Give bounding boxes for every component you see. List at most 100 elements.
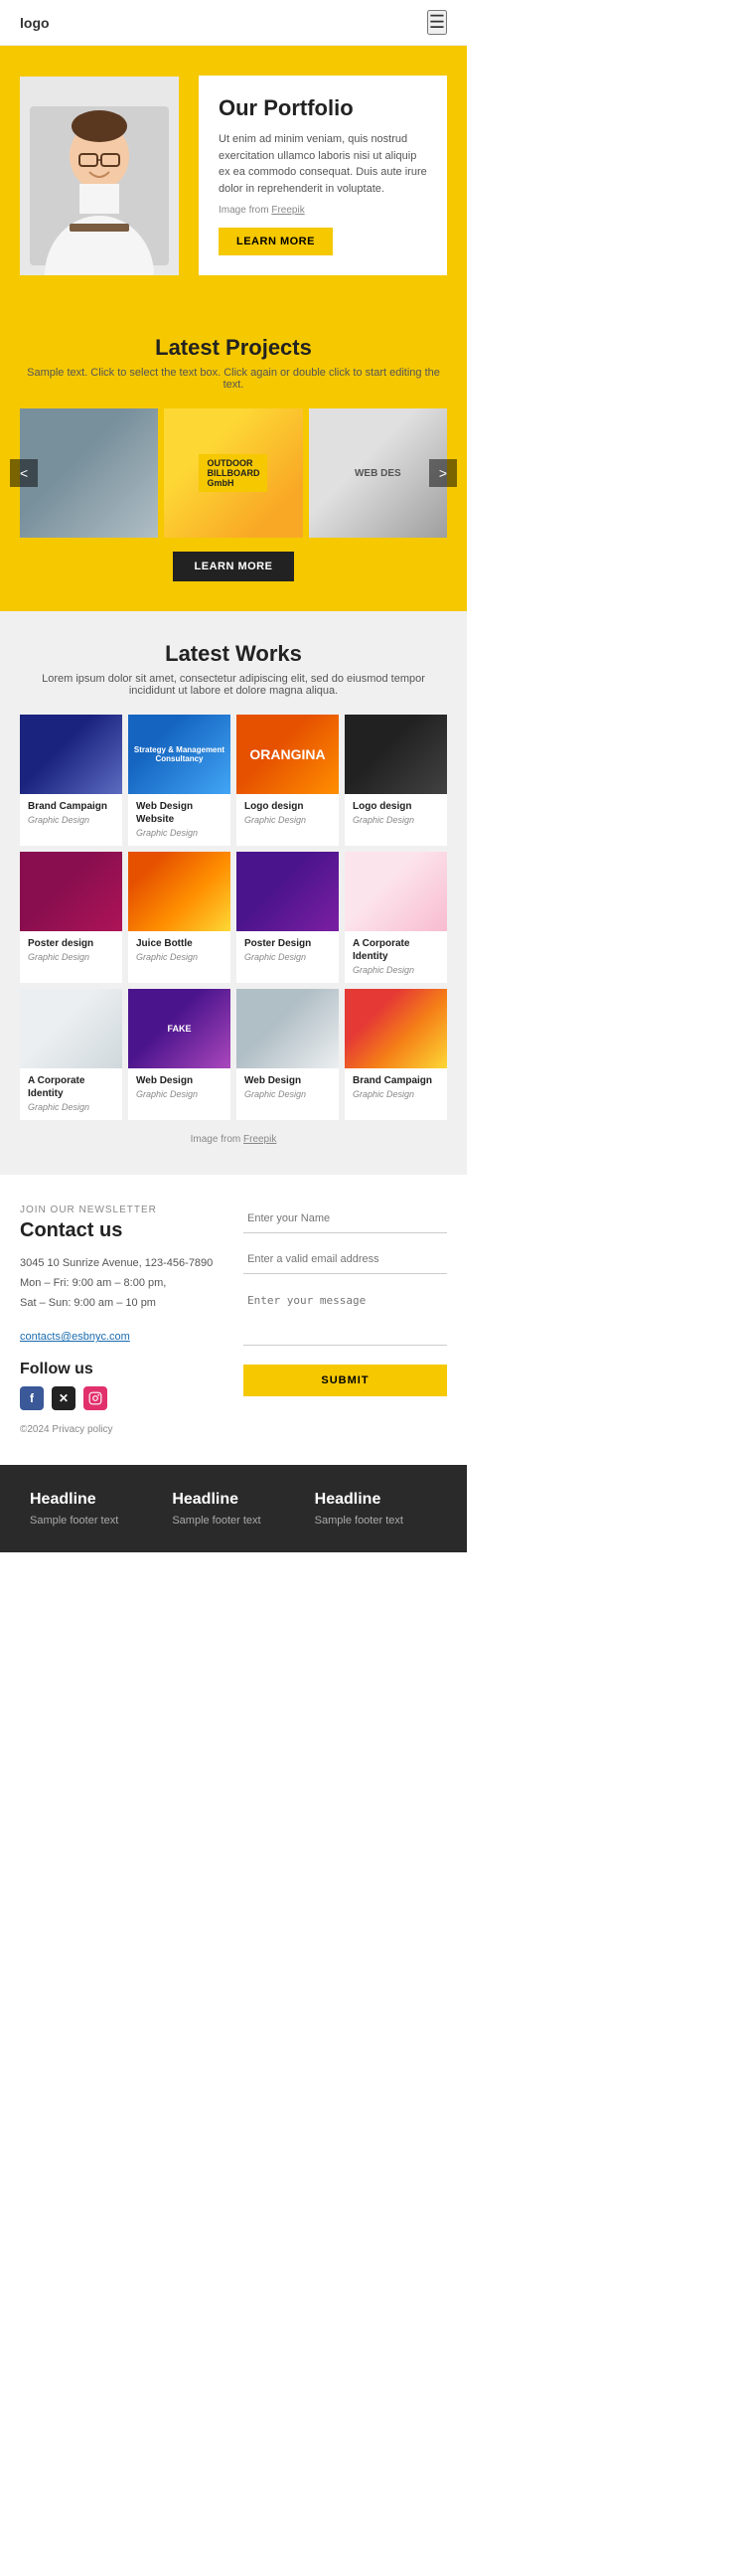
work-img-2: Strategy & ManagementConsultancy [128,715,230,794]
hero-learn-more-button[interactable]: LEARN MORE [219,228,333,255]
work-category-11: Graphic Design [244,1089,331,1099]
footer: Headline Sample footer text Headline Sam… [0,1465,467,1552]
work-card-8[interactable]: A Corporate Identity Graphic Design [345,852,447,983]
work-info-6: Juice Bottle Graphic Design [128,931,230,970]
work-category-3: Graphic Design [244,815,331,825]
work-info-8: A Corporate Identity Graphic Design [345,931,447,983]
work-card-11[interactable]: Web Design Graphic Design [236,989,339,1120]
work-info-3: Logo design Graphic Design [236,794,339,833]
work-img-11 [236,989,339,1068]
work-info-9: A Corporate Identity Graphic Design [20,1068,122,1120]
carousel-item-3: WEB DES [309,408,447,538]
work-title-7: Poster Design [244,937,331,950]
latest-projects-subtitle: Sample text. Click to select the text bo… [20,367,447,391]
hero-title: Our Portfolio [219,95,427,121]
footer-col-2: Headline Sample footer text [162,1491,304,1527]
contact-email[interactable]: contacts@esbnyc.com [20,1331,130,1343]
work-card-5[interactable]: Poster design Graphic Design [20,852,122,983]
work-card-3[interactable]: ORANGINA Logo design Graphic Design [236,715,339,846]
contact-message-input[interactable] [243,1286,447,1346]
latest-works-subtitle: Lorem ipsum dolor sit amet, consectetur … [20,673,447,697]
contact-address: 3045 10 Sunrize Avenue, 123-456-7890 [20,1257,213,1269]
work-category-9: Graphic Design [28,1102,114,1112]
footer-headline-3: Headline [315,1491,437,1509]
work-info-2: Web Design Website Graphic Design [128,794,230,846]
work-info-4: Logo design Graphic Design [345,794,447,833]
works-freepik-link[interactable]: Freepik [243,1134,276,1145]
work-card-10[interactable]: FAKE Web Design Graphic Design [128,989,230,1120]
work-category-12: Graphic Design [353,1089,439,1099]
person-illustration [20,77,179,275]
contact-hours-2: Sat – Sun: 9:00 am – 10 pm [20,1297,156,1309]
work-title-10: Web Design [136,1074,223,1087]
work-card-2[interactable]: Strategy & ManagementConsultancy Web Des… [128,715,230,846]
hero-content: Our Portfolio Ut enim ad minim veniam, q… [199,76,447,275]
work-title-4: Logo design [353,800,439,813]
work-img-12 [345,989,447,1068]
work-info-11: Web Design Graphic Design [236,1068,339,1107]
work-img-4 [345,715,447,794]
work-card-1[interactable]: Brand Campaign Graphic Design [20,715,122,846]
work-card-6[interactable]: Juice Bottle Graphic Design [128,852,230,983]
menu-button[interactable]: ☰ [427,10,447,35]
work-card-7[interactable]: Poster Design Graphic Design [236,852,339,983]
facebook-icon[interactable]: f [20,1386,44,1410]
contact-hours-1: Mon – Fri: 9:00 am – 8:00 pm, [20,1277,166,1289]
instagram-icon[interactable] [83,1386,107,1410]
work-title-8: A Corporate Identity [353,937,439,963]
social-icons: f ✕ [20,1386,224,1410]
carousel-item-1 [20,408,158,538]
work-title-12: Brand Campaign [353,1074,439,1087]
contact-title: Contact us [20,1219,224,1242]
latest-works-title: Latest Works [20,641,447,667]
hero-section: Our Portfolio Ut enim ad minim veniam, q… [0,46,467,305]
hero-image [20,77,179,275]
work-img-3: ORANGINA [236,715,339,794]
footer-text-3: Sample footer text [315,1515,437,1527]
latest-projects-section: Latest Projects Sample text. Click to se… [0,305,467,611]
contact-left: JOIN OUR NEWSLETTER Contact us 3045 10 S… [20,1205,224,1435]
work-card-9[interactable]: A Corporate Identity Graphic Design [20,989,122,1120]
work-category-8: Graphic Design [353,965,439,975]
carousel-prev-button[interactable]: < [10,459,38,487]
work-card-12[interactable]: Brand Campaign Graphic Design [345,989,447,1120]
project-carousel: < OUTDOORBILLBOARDGmbH WEB DES > [20,408,447,538]
footer-col-3: Headline Sample footer text [305,1491,447,1527]
work-card-4[interactable]: Logo design Graphic Design [345,715,447,846]
work-category-1: Graphic Design [28,815,114,825]
projects-learn-more-button[interactable]: LEARN MORE [173,552,295,581]
copyright: ©2024 Privacy policy [20,1424,224,1435]
logo: logo [20,15,50,31]
work-title-2: Web Design Website [136,800,223,826]
newsletter-label: JOIN OUR NEWSLETTER [20,1205,224,1215]
freepik-link[interactable]: Freepik [271,205,304,216]
work-category-5: Graphic Design [28,952,114,962]
work-img-5 [20,852,122,931]
work-title-9: A Corporate Identity [28,1074,114,1100]
hero-description: Ut enim ad minim veniam, quis nostrud ex… [219,131,427,197]
footer-headline-2: Headline [172,1491,294,1509]
twitter-icon[interactable]: ✕ [52,1386,75,1410]
footer-col-1: Headline Sample footer text [20,1491,162,1527]
work-category-10: Graphic Design [136,1089,223,1099]
work-title-11: Web Design [244,1074,331,1087]
contact-name-input[interactable] [243,1205,447,1233]
contact-submit-button[interactable]: SUBMIT [243,1365,447,1396]
work-info-1: Brand Campaign Graphic Design [20,794,122,833]
contact-section: JOIN OUR NEWSLETTER Contact us 3045 10 S… [0,1175,467,1465]
carousel-next-button[interactable]: > [429,459,457,487]
contact-email-input[interactable] [243,1245,447,1274]
follow-us-title: Follow us [20,1361,224,1378]
header: logo ☰ [0,0,467,46]
work-title-5: Poster design [28,937,114,950]
work-title-1: Brand Campaign [28,800,114,813]
instagram-svg [88,1391,102,1405]
work-category-7: Graphic Design [244,952,331,962]
work-img-8 [345,852,447,931]
latest-projects-title: Latest Projects [20,335,447,361]
work-title-3: Logo design [244,800,331,813]
contact-info: 3045 10 Sunrize Avenue, 123-456-7890 Mon… [20,1254,224,1313]
works-image-credit: Image from Freepik [20,1134,447,1145]
work-img-9 [20,989,122,1068]
work-category-4: Graphic Design [353,815,439,825]
